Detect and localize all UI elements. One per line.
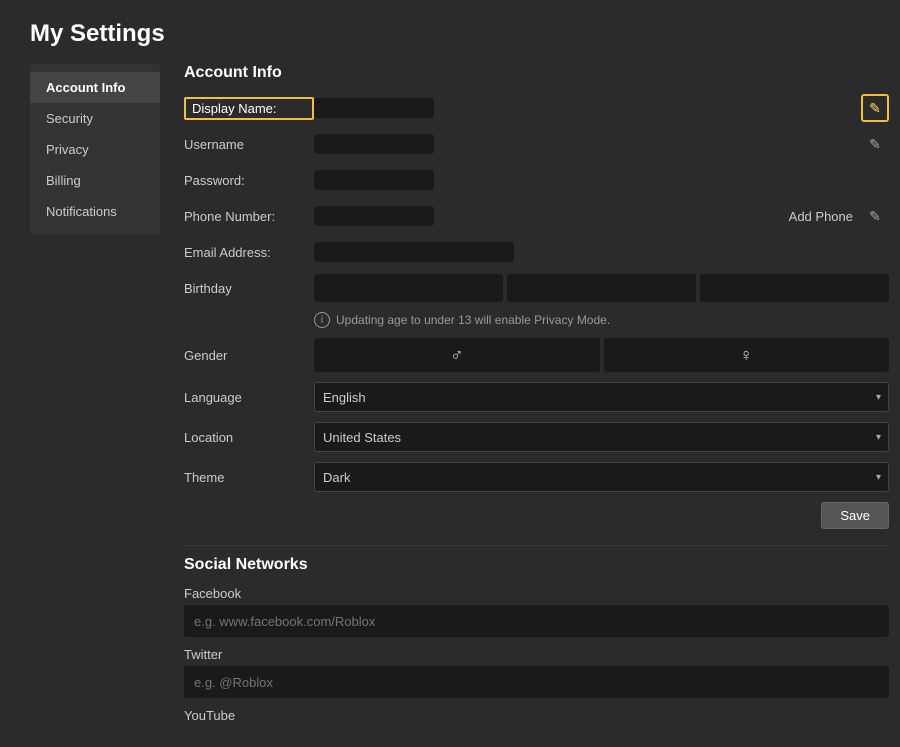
info-icon: i — [314, 312, 330, 328]
theme-select[interactable]: Dark Light — [314, 462, 889, 492]
phone-label: Phone Number: — [184, 209, 314, 224]
save-row: Save — [184, 502, 889, 529]
social-networks-title: Social Networks — [184, 556, 889, 574]
location-label: Location — [184, 430, 314, 445]
social-networks-section: Social Networks Facebook Twitter YouTube — [184, 556, 889, 723]
password-label: Password: — [184, 173, 314, 188]
account-info-title: Account Info — [184, 64, 889, 82]
location-select-wrapper: United States United Kingdom Canada Aust… — [314, 422, 889, 452]
gender-male-button[interactable]: ♂ — [314, 338, 600, 372]
birthday-label: Birthday — [184, 281, 314, 296]
sidebar-item-billing[interactable]: Billing — [30, 165, 160, 196]
privacy-note: i Updating age to under 13 will enable P… — [314, 312, 889, 328]
theme-row: Theme Dark Light ▾ — [184, 462, 889, 492]
edit-password-icon[interactable]: ✎ — [861, 130, 889, 158]
email-value — [314, 242, 514, 262]
add-phone-label: Add Phone — [789, 209, 853, 224]
edit-email-icon[interactable]: ✎ — [861, 202, 889, 230]
theme-label: Theme — [184, 470, 314, 485]
sidebar-item-account-info[interactable]: Account Info — [30, 72, 160, 103]
sidebar-item-notifications[interactable]: Notifications — [30, 196, 160, 227]
birthday-month[interactable] — [314, 274, 503, 302]
language-select-wrapper: English Spanish French German ▾ — [314, 382, 889, 412]
page-title: My Settings — [30, 20, 870, 48]
female-icon: ♀ — [740, 345, 754, 366]
location-select[interactable]: United States United Kingdom Canada Aust… — [314, 422, 889, 452]
male-icon: ♂ — [450, 345, 464, 366]
twitter-label: Twitter — [184, 647, 889, 662]
save-button[interactable]: Save — [821, 502, 889, 529]
email-row: Email Address: — [184, 238, 889, 266]
facebook-input[interactable] — [184, 605, 889, 637]
edit-display-name-icon[interactable]: ✎ — [861, 94, 889, 122]
divider — [184, 545, 889, 546]
language-label: Language — [184, 390, 314, 405]
birthday-year[interactable] — [700, 274, 889, 302]
language-select[interactable]: English Spanish French German — [314, 382, 889, 412]
display-name-label: Display Name: — [184, 97, 314, 120]
theme-select-wrapper: Dark Light ▾ — [314, 462, 889, 492]
display-name-row: Display Name: — [184, 94, 889, 122]
username-value — [314, 134, 434, 154]
username-label: Username — [184, 137, 314, 152]
gender-female-button[interactable]: ♀ — [604, 338, 890, 372]
edit-icons-column: ✎ ✎ ✎ ✎ ✎ — [861, 94, 889, 230]
password-value — [314, 170, 434, 190]
password-row: Password: — [184, 166, 889, 194]
username-row: Username — [184, 130, 889, 158]
sidebar: Account Info Security Privacy Billing No… — [30, 64, 160, 235]
birthday-day[interactable] — [507, 274, 696, 302]
gender-row: Gender ♂ ♀ — [184, 338, 889, 372]
phone-row: Phone Number: Add Phone — [184, 202, 889, 230]
main-content: Account Info Display Name: Username Pass… — [160, 64, 900, 727]
twitter-input[interactable] — [184, 666, 889, 698]
sidebar-item-security[interactable]: Security — [30, 103, 160, 134]
email-label: Email Address: — [184, 245, 314, 260]
facebook-label: Facebook — [184, 586, 889, 601]
sidebar-item-privacy[interactable]: Privacy — [30, 134, 160, 165]
location-row: Location United States United Kingdom Ca… — [184, 422, 889, 452]
gender-label: Gender — [184, 348, 314, 363]
birthday-row: Birthday — [184, 274, 889, 302]
display-name-value — [314, 98, 434, 118]
birthday-inputs — [314, 274, 889, 302]
youtube-label: YouTube — [184, 708, 889, 723]
gender-buttons: ♂ ♀ — [314, 338, 889, 372]
language-row: Language English Spanish French German ▾ — [184, 382, 889, 412]
phone-value — [314, 206, 434, 226]
